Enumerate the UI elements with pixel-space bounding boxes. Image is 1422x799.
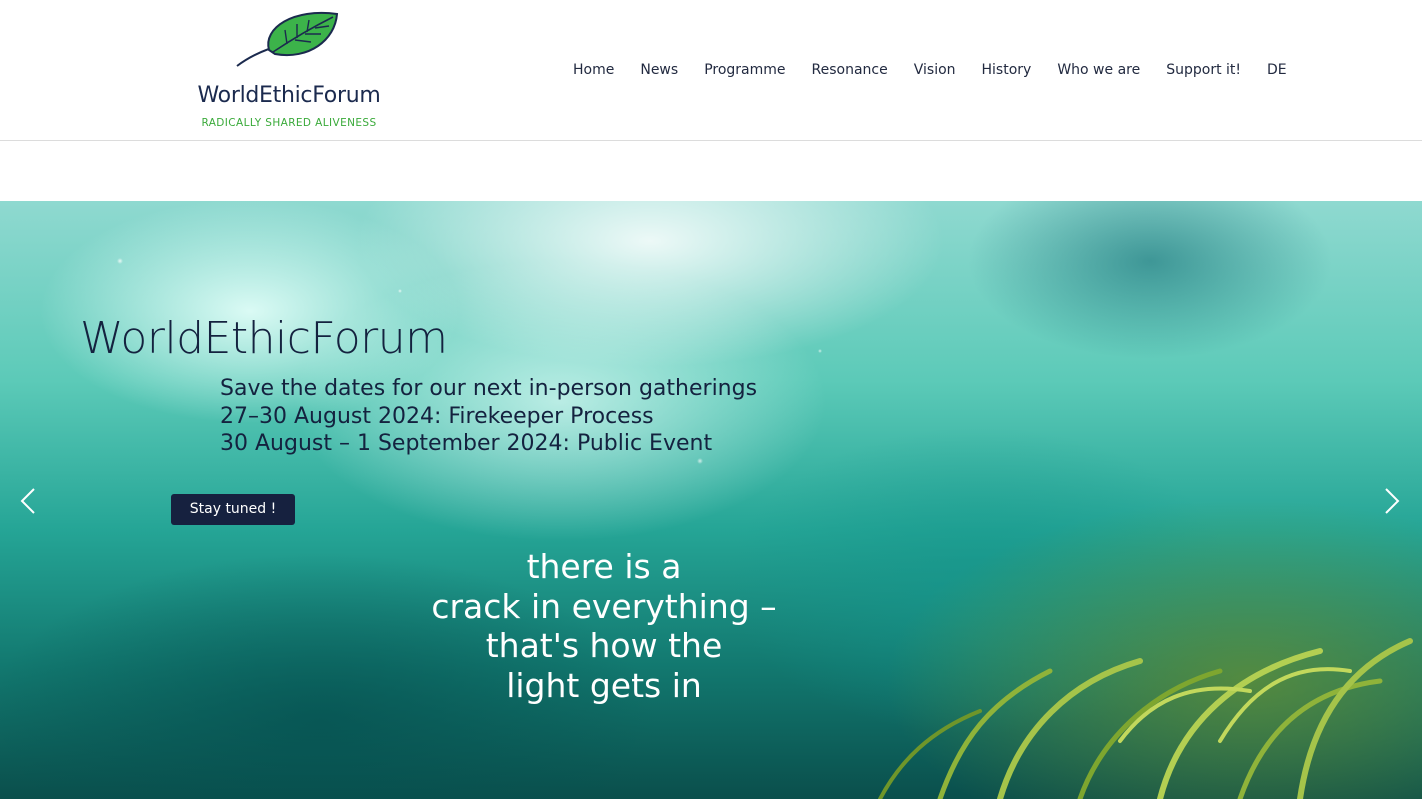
announcement-line: 27–30 August 2024: Firekeeper Process xyxy=(220,403,654,429)
nav-item-home[interactable]: Home xyxy=(560,58,627,82)
leaf-icon xyxy=(236,11,339,67)
hero-quote: there is a crack in everything – that's … xyxy=(404,547,804,705)
chevron-right-icon[interactable] xyxy=(1380,485,1404,517)
hero-slider: WorldEthicForum Save the dates for our n… xyxy=(0,201,1422,799)
nav-item-vision[interactable]: Vision xyxy=(901,58,969,82)
quote-line: there is a xyxy=(526,547,682,586)
nav-item-language-de[interactable]: DE xyxy=(1254,58,1300,82)
stay-tuned-button[interactable]: Stay tuned ! xyxy=(171,494,295,525)
quote-line: that's how the xyxy=(485,626,723,665)
quote-line: crack in everything – xyxy=(431,586,777,626)
logo-tagline: RADICALLY SHARED ALIVENESS xyxy=(201,117,377,129)
seaweed-decoration xyxy=(878,638,1413,799)
nav-item-support[interactable]: Support it! xyxy=(1153,58,1254,82)
nav-item-history[interactable]: History xyxy=(969,58,1045,82)
hero-announcement: Save the dates for our next in-person ga… xyxy=(220,375,757,458)
site-logo[interactable]: WorldEthicForum RADICALLY SHARED ALIVENE… xyxy=(183,10,395,132)
announcement-line: Save the dates for our next in-person ga… xyxy=(220,376,758,401)
nav-item-news[interactable]: News xyxy=(627,58,691,82)
hero-title: WorldEthicForum xyxy=(80,313,448,364)
quote-line: light gets in xyxy=(506,665,702,705)
main-nav: Home News Programme Resonance Vision His… xyxy=(560,58,1300,82)
nav-item-who-we-are[interactable]: Who we are xyxy=(1044,58,1153,82)
announcement-line: 30 August – 1 September 2024: Public Eve… xyxy=(220,431,713,456)
chevron-left-icon[interactable] xyxy=(16,485,40,517)
nav-item-programme[interactable]: Programme xyxy=(691,58,798,82)
nav-item-resonance[interactable]: Resonance xyxy=(799,58,901,82)
site-header: WorldEthicForum RADICALLY SHARED ALIVENE… xyxy=(0,0,1422,141)
logo-wordmark: WorldEthicForum xyxy=(197,83,381,108)
